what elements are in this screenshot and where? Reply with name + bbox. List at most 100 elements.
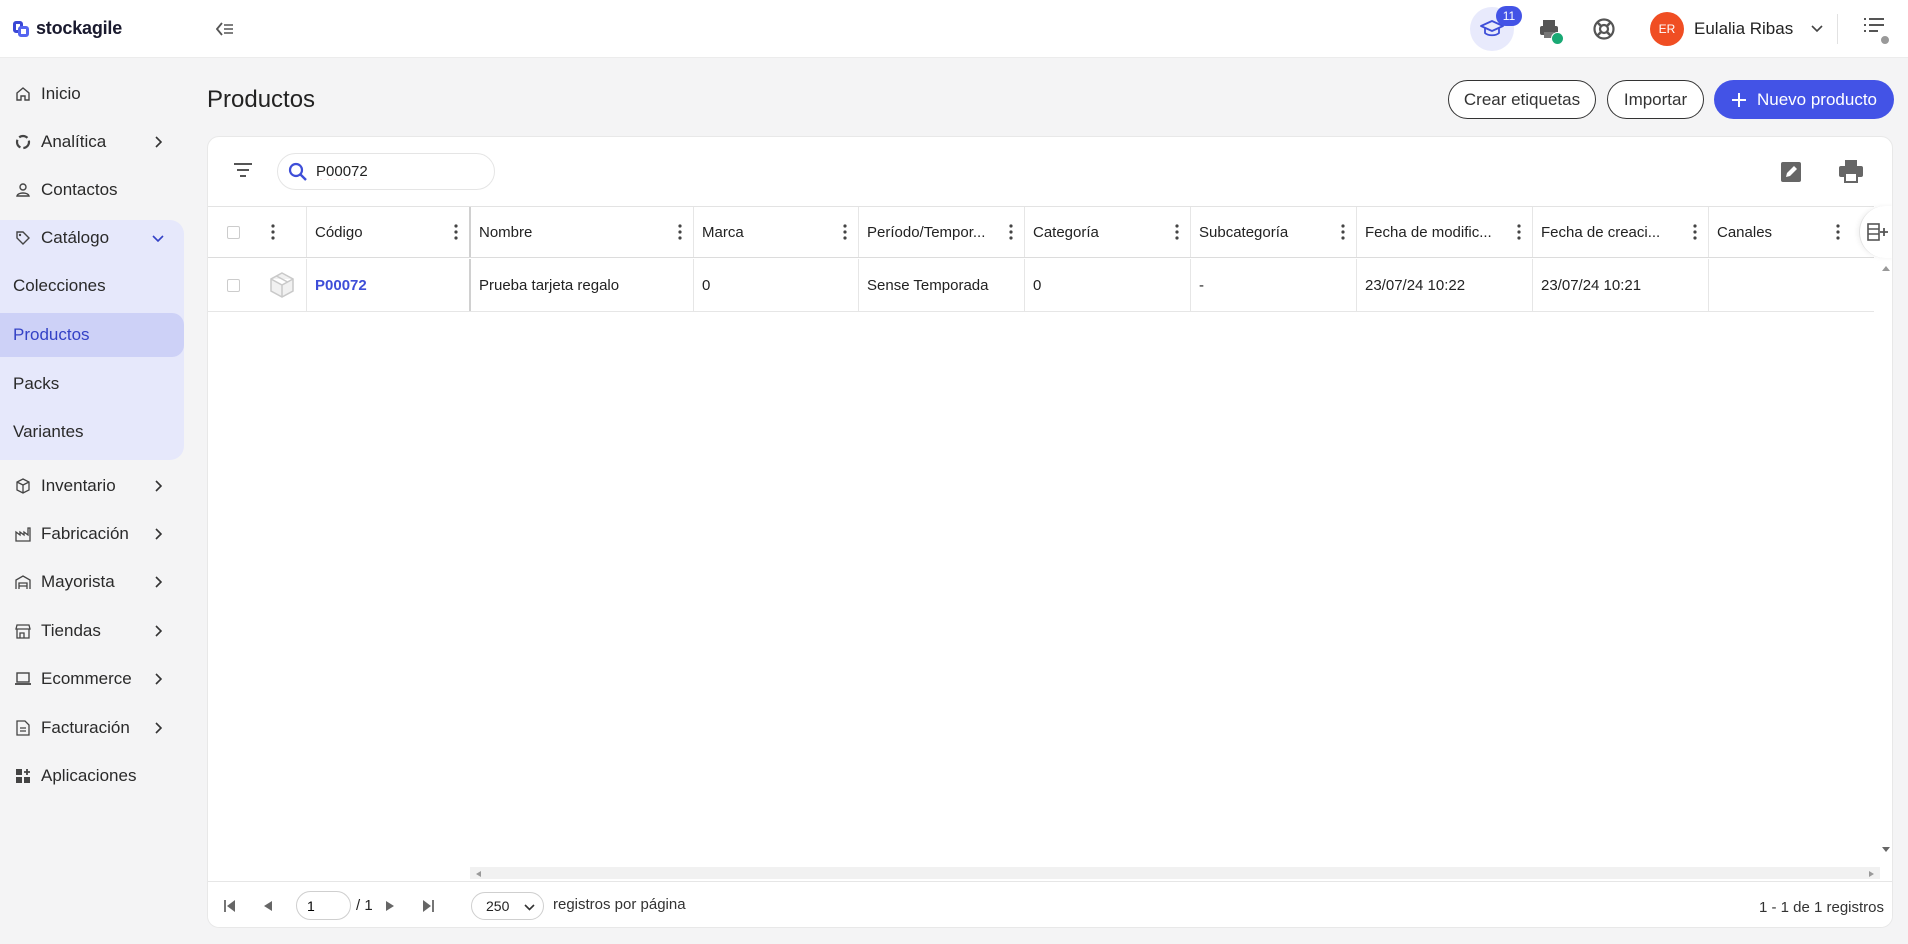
page-size-value: 250 [486,898,510,914]
help-lifebuoy-icon[interactable] [1591,16,1617,42]
product-code-link[interactable]: P00072 [315,277,367,294]
collapse-sidebar-icon[interactable] [214,18,236,40]
column-menu-icon[interactable] [677,223,683,241]
sidebar-item-fabricacion[interactable]: Fabricación [0,512,184,556]
page-size-label: registros por página [553,896,686,913]
column-menu-icon[interactable] [1835,223,1841,241]
sidebar-item-analitica[interactable]: Analítica [0,120,184,164]
page-size-select[interactable]: 250 [471,892,544,920]
academy-badge: 11 [1496,6,1522,26]
sidebar-subitem-colecciones[interactable]: Colecciones [0,264,184,308]
column-header-name[interactable]: Nombre [471,207,693,257]
column-menu-icon[interactable] [453,223,459,241]
sidebar: Inicio Analítica Contactos Catálogo Cole… [0,58,195,944]
table-row[interactable]: P00072 Prueba tarjeta regalo 0 Sense Tem… [208,259,1874,312]
column-menu-icon[interactable] [1008,223,1014,241]
first-page-icon[interactable] [220,896,240,916]
search-input[interactable] [316,163,466,180]
horizontal-scrollbar[interactable] [470,867,1880,879]
next-page-icon[interactable] [380,896,400,916]
last-page-icon[interactable] [418,896,438,916]
sidebar-subitem-variantes[interactable]: Variantes [0,410,184,454]
sidebar-item-label: Ecommerce [41,669,132,688]
check-icon [1551,32,1564,45]
invoice-icon [14,719,32,737]
chevron-right-icon [152,574,164,590]
sidebar-item-ecommerce[interactable]: Ecommerce [0,657,184,701]
cell-category: 0 [1024,259,1190,311]
previous-page-icon[interactable] [258,896,278,916]
sidebar-item-mayorista[interactable]: Mayorista [0,560,184,604]
column-header-modified[interactable]: Fecha de modific... [1356,207,1532,257]
column-header-subcategory[interactable]: Subcategoría [1190,207,1356,257]
cell-created: 23/07/24 10:21 [1532,259,1708,311]
row-select-cell [208,259,258,311]
chevron-right-icon [152,671,164,687]
divider [1837,14,1838,44]
column-menu-icon[interactable] [1516,223,1522,241]
box-icon [14,477,32,495]
sidebar-item-label: Inventario [41,476,116,495]
filter-icon[interactable] [232,161,254,183]
table-header: Código Nombre Marca Período/Tempor... Ca… [208,206,1874,258]
search-icon [288,162,307,181]
warehouse-icon [14,573,32,591]
sidebar-subitem-productos[interactable]: Productos [0,313,184,357]
column-menu-icon[interactable] [1692,223,1698,241]
sidebar-item-contactos[interactable]: Contactos [0,168,184,212]
logo[interactable]: stockagile [12,18,122,39]
column-header-brand[interactable]: Marca [693,207,858,257]
top-bar: stockagile 11 ER Eulalia Ribas [0,0,1908,58]
cell-subcategory: - [1190,259,1356,311]
sidebar-subitem-packs[interactable]: Packs [0,362,184,406]
sidebar-item-label: Mayorista [41,572,115,591]
print-icon[interactable] [1838,159,1864,185]
row-checkbox[interactable] [226,278,240,292]
import-button[interactable]: Importar [1607,80,1704,119]
product-image-cell [258,259,306,311]
column-menu-icon[interactable] [842,223,848,241]
cell-channels [1708,259,1874,311]
image-column-header [258,207,288,257]
products-card: Código Nombre Marca Período/Tempor... Ca… [207,136,1893,928]
user-menu[interactable]: ER Eulalia Ribas [1650,12,1823,46]
create-labels-button[interactable]: Crear etiquetas [1448,80,1596,119]
column-menu-icon[interactable] [1174,223,1180,241]
analytics-icon [14,133,32,151]
person-icon [14,181,32,199]
sidebar-item-label: Fabricación [41,524,129,543]
sidebar-item-inicio[interactable]: Inicio [0,72,184,116]
column-header-channels[interactable]: Canales [1708,207,1859,257]
cell-period: Sense Temporada [858,259,1024,311]
logo-icon [12,20,30,38]
catalog-group: Catálogo Colecciones Productos Packs Var… [0,220,184,460]
column-menu-icon[interactable] [270,223,276,241]
laptop-icon [14,670,32,688]
column-header-created[interactable]: Fecha de creaci... [1532,207,1708,257]
tag-icon [14,229,32,247]
search-box [277,153,495,190]
column-menu-icon[interactable] [1340,223,1346,241]
plus-icon [1731,92,1746,107]
column-header-category[interactable]: Categoría [1024,207,1190,257]
cell-code: P00072 [306,259,471,311]
sidebar-item-inventario[interactable]: Inventario [0,464,184,508]
cell-brand: 0 [693,259,858,311]
store-icon [14,622,32,640]
new-product-label: Nuevo producto [1756,89,1878,109]
column-header-code[interactable]: Código [306,207,471,257]
sidebar-item-aplicaciones[interactable]: Aplicaciones [0,754,184,798]
new-product-button[interactable]: Nuevo producto [1714,80,1894,119]
apps-icon [14,767,32,785]
column-header-period[interactable]: Período/Tempor... [858,207,1024,257]
chevron-down-icon [152,230,164,246]
select-all-checkbox[interactable] [226,225,240,239]
columns-add-icon [1866,223,1888,241]
sidebar-item-catalogo[interactable]: Catálogo [0,216,184,260]
sidebar-item-facturacion[interactable]: Facturación [0,706,184,750]
sidebar-item-tiendas[interactable]: Tiendas [0,609,184,653]
page-number-input[interactable] [296,891,351,920]
edit-icon[interactable] [1780,161,1802,183]
product-placeholder-icon [270,272,294,298]
vertical-scrollbar[interactable] [1879,259,1892,859]
